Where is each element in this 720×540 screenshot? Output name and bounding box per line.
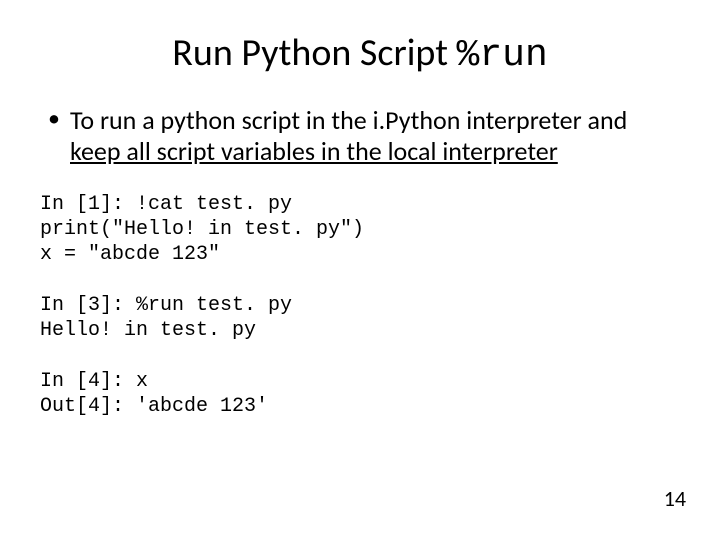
bullet-list: To run a python script in the i.Python i… (40, 105, 680, 166)
page-number: 14 (664, 485, 686, 512)
code-block-1: In [1]: !cat test. py print("Hello! in t… (40, 192, 680, 267)
bullet-text-pre: To run a python script in the i.Python i… (70, 104, 627, 136)
code-block-2: In [3]: %run test. py Hello! in test. py (40, 293, 680, 343)
code-block-3: In [4]: x Out[4]: 'abcde 123' (40, 369, 680, 419)
title-text: Run Python Script (172, 30, 456, 76)
title-mono: %run (457, 34, 548, 77)
bullet-item: To run a python script in the i.Python i… (66, 105, 680, 166)
slide-title: Run Python Script %run (40, 30, 680, 77)
slide: Run Python Script %run To run a python s… (0, 0, 720, 540)
bullet-text-underline: keep all script variables in the local i… (70, 135, 558, 167)
